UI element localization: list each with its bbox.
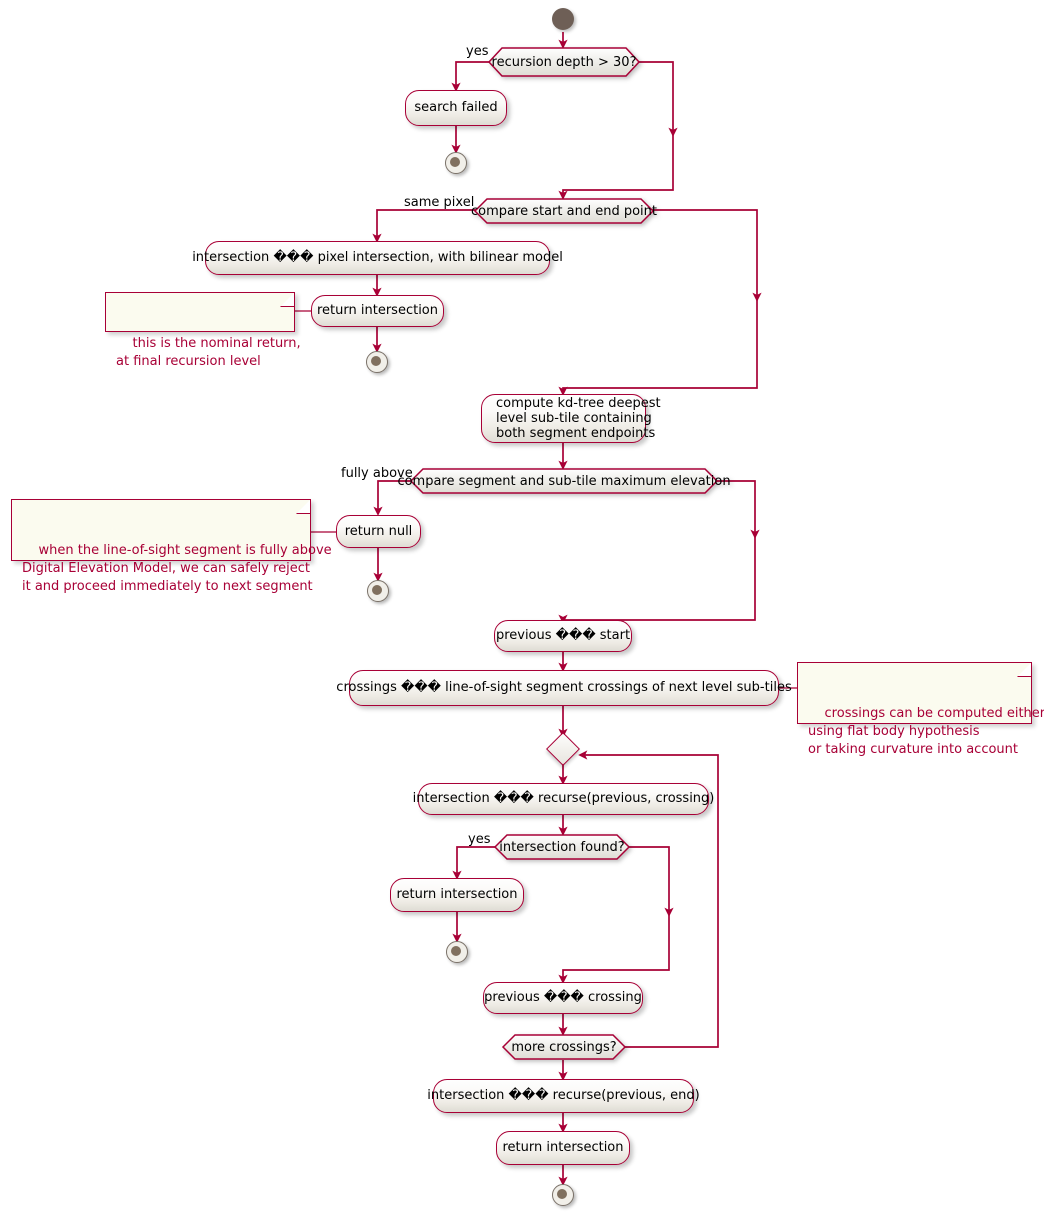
edge-decision4-no-down <box>628 846 674 917</box>
decision-compare-segment-elevation-label: compare segment and sub-tile maximum ele… <box>397 473 731 489</box>
unreadable-glyph-icon: ��� <box>555 628 596 643</box>
activity-recurse-previous-end-post: recurse(previous, end) <box>548 1088 700 1103</box>
decision-recursion-depth[interactable]: recursion depth > 30? <box>487 47 641 77</box>
unreadable-glyph-icon: ��� <box>493 791 534 806</box>
note-crossings-computation-text: crossings can be computed either using f… <box>808 706 1044 757</box>
activity-return-intersection-1[interactable]: return intersection <box>311 295 444 327</box>
note-fully-above-reject-text: when the line-of-sight segment is fully … <box>22 543 332 594</box>
edge-label-yes-2: yes <box>468 832 491 847</box>
activity-previous-start-pre: previous <box>495 628 556 643</box>
decision-compare-start-end[interactable]: compare start and end point <box>471 198 657 224</box>
activity-return-intersection-3[interactable]: return intersection <box>496 1131 630 1165</box>
activity-previous-crossing-pre: previous <box>484 990 544 1005</box>
edge-decision2-no-down <box>652 209 762 302</box>
note-fold-icon <box>280 292 295 307</box>
note-fold-icon <box>1017 662 1032 677</box>
activity-recurse-previous-crossing-post: recurse(previous, crossing) <box>533 791 715 806</box>
activity-pixel-intersection-post: pixel intersection, with bilinear model <box>313 250 563 265</box>
note-fully-above-reject: when the line-of-sight segment is fully … <box>11 499 332 594</box>
end-node-return-intersection-2 <box>446 941 468 963</box>
unreadable-glyph-icon: ��� <box>401 680 442 695</box>
edge-decision1-no-join <box>558 135 674 200</box>
activity-recurse-previous-end[interactable]: intersection ��� recurse(previous, end) <box>427 1079 700 1113</box>
merge-node-loop <box>546 732 580 766</box>
activity-compute-crossings-pre: crossings <box>336 680 402 695</box>
activity-previous-crossing-post: crossing <box>583 990 642 1005</box>
edge-label-yes-1: yes <box>466 44 489 59</box>
activity-compute-kdtree[interactable]: compute kd-tree deepest level sub-tile c… <box>481 394 661 443</box>
activity-return-intersection-2[interactable]: return intersection <box>390 878 524 912</box>
edge-decision3-no-down <box>716 480 760 539</box>
edge-decision4-no-join <box>558 915 670 984</box>
unreadable-glyph-icon: ��� <box>273 250 314 265</box>
connector-layer <box>293 32 797 1186</box>
edge-decision4-yes <box>452 846 497 880</box>
activity-search-failed[interactable]: search failed <box>405 90 507 126</box>
activity-pixel-intersection-pre: intersection <box>192 250 274 265</box>
activity-previous-start-post: start <box>595 628 631 643</box>
decision-intersection-found-label: intersection found? <box>499 839 625 855</box>
unreadable-glyph-icon: ��� <box>543 990 584 1005</box>
end-node-return-intersection-1 <box>366 351 388 373</box>
activity-recurse-previous-crossing[interactable]: intersection ��� recurse(previous, cross… <box>413 783 714 815</box>
end-node-return-null <box>367 580 389 602</box>
activity-recurse-previous-crossing-pre: intersection <box>412 791 494 806</box>
decision-more-crossings[interactable]: more crossings? <box>501 1034 627 1060</box>
activity-compute-crossings[interactable]: crossings ��� line-of-sight segment cros… <box>336 670 792 706</box>
edge-decision2-no-join <box>558 300 758 396</box>
note-crossings-computation: crossings can be computed either using f… <box>797 662 1044 757</box>
decision-more-crossings-label: more crossings? <box>511 1039 617 1055</box>
decision-compare-start-end-label: compare start and end point <box>471 203 657 219</box>
end-node-final <box>552 1184 574 1206</box>
decision-recursion-depth-label: recursion depth > 30? <box>491 54 637 70</box>
note-nominal-return-text: this is the nominal return, at final rec… <box>116 336 301 369</box>
activity-previous-start[interactable]: previous ��� start <box>494 620 632 652</box>
decision-intersection-found[interactable]: intersection found? <box>493 834 631 860</box>
edge-decision3-no-join <box>558 537 756 624</box>
activity-compute-crossings-post: line-of-sight segment crossings of next … <box>441 680 792 695</box>
activity-diagram-canvas: recursion depth > 30? yes search failed … <box>0 0 1044 1214</box>
activity-return-null[interactable]: return null <box>336 515 421 548</box>
activity-pixel-intersection[interactable]: intersection ��� pixel intersection, wit… <box>192 241 563 275</box>
unreadable-glyph-icon: ��� <box>508 1088 549 1103</box>
activity-previous-crossing[interactable]: previous ��� crossing <box>483 982 643 1014</box>
note-fold-icon <box>296 499 311 514</box>
note-nominal-return: this is the nominal return, at final rec… <box>105 292 301 369</box>
decision-compare-segment-elevation[interactable]: compare segment and sub-tile maximum ele… <box>397 468 731 494</box>
activity-recurse-previous-end-pre: intersection <box>427 1088 509 1103</box>
start-node <box>552 8 574 30</box>
edge-label-same-pixel: same pixel <box>404 195 475 210</box>
edge-decision2-samepixel <box>372 209 476 243</box>
edge-label-fully-above: fully above <box>341 466 413 481</box>
end-node-search-failed <box>445 152 467 174</box>
